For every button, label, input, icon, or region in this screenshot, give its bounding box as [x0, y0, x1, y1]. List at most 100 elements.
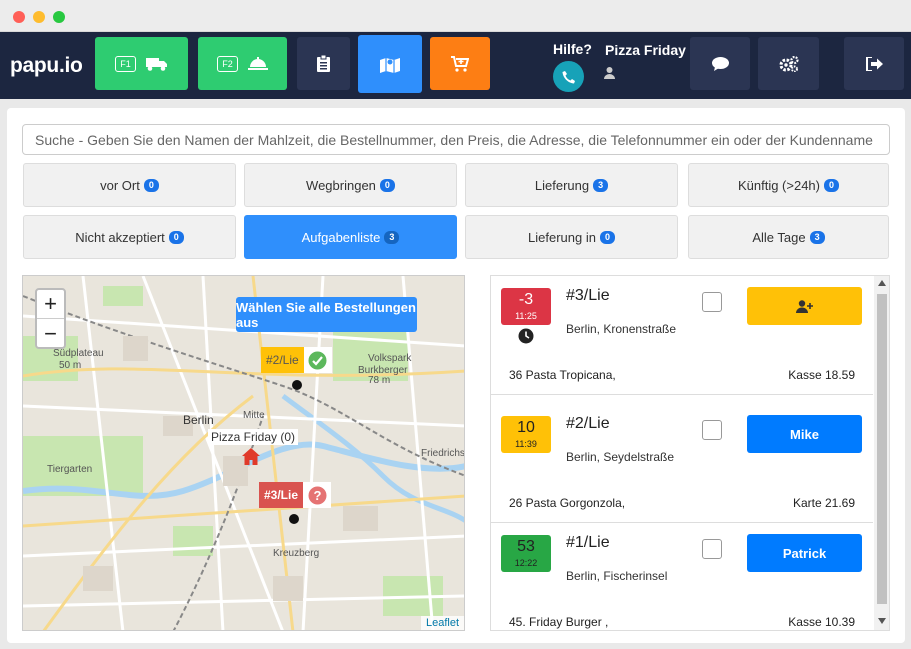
order-card[interactable]: -3 11:25 #3/Lie Berlin, Kronenstraße 36 … [491, 276, 873, 395]
marker-label: #2/Lie [261, 347, 304, 373]
delivery-f1-button[interactable]: F1 [95, 37, 188, 90]
select-all-orders-button[interactable]: Wählen Sie alle Bestellungen aus [236, 297, 417, 332]
map-label-suedplateau: Südplateau [53, 348, 104, 359]
order-number: #2/Lie [566, 415, 610, 432]
search-input[interactable] [22, 124, 890, 155]
zoom-in-button[interactable]: + [37, 290, 64, 319]
location-dot [292, 380, 302, 390]
filter-label: Aufgabenliste [301, 229, 381, 245]
filter-label: Alle Tage [752, 229, 806, 245]
due-time: 11:25 [515, 311, 537, 321]
filter-label: Lieferung [534, 177, 590, 193]
f1-key-label: F1 [115, 55, 136, 72]
order-card[interactable]: 53 12:22 #1/Lie Berlin, Fischerinsel Pat… [491, 523, 873, 630]
order-select-checkbox[interactable] [702, 292, 722, 312]
order-items: 26 Pasta Gorgonzola, [509, 496, 626, 510]
order-select-checkbox[interactable] [702, 420, 722, 440]
order-number: #1/Lie [566, 534, 610, 551]
svg-text:?: ? [313, 488, 321, 503]
scrollbar-thumb[interactable] [877, 294, 887, 604]
map-label-kreuzberg: Kreuzberg [273, 548, 319, 559]
filter-takeaway[interactable]: Wegbringen 0 [244, 163, 457, 207]
assigned-driver-button[interactable]: Mike [747, 415, 862, 453]
filter-not-accepted[interactable]: Nicht akzeptiert 0 [23, 215, 236, 259]
filter-delivery[interactable]: Lieferung 3 [465, 163, 678, 207]
minutes-left: 53 [517, 538, 535, 555]
count-badge: 0 [379, 178, 395, 192]
filter-task-list[interactable]: Aufgabenliste 3 [244, 215, 457, 259]
truck-icon [145, 57, 167, 71]
order-payment: Karte 21.69 [792, 496, 855, 510]
assign-driver-button[interactable] [747, 287, 862, 325]
assigned-driver-button[interactable]: Patrick [747, 534, 862, 572]
order-list-scrollbar[interactable] [874, 276, 889, 630]
count-badge: 3 [809, 230, 825, 244]
restaurant-name: Pizza Friday [605, 42, 686, 58]
map-icon [380, 57, 400, 73]
messages-button[interactable] [690, 37, 750, 90]
map-label-elevation: 50 m [59, 360, 81, 371]
order-address: Berlin, Kronenstraße [566, 322, 677, 336]
map-label-berlin: Berlin [183, 413, 214, 427]
logout-button[interactable] [844, 37, 904, 90]
order-marker-3[interactable]: #3/Lie ? [259, 482, 332, 508]
order-number: #3/Lie [566, 287, 610, 304]
zoom-control: + − [35, 288, 66, 349]
minimize-window-button[interactable] [33, 11, 45, 23]
time-remaining-badge: 53 12:22 [501, 535, 551, 572]
map-label-friedrichshain: Friedrichsh [421, 448, 465, 459]
due-time: 11:39 [515, 439, 537, 449]
marker-label: #3/Lie [259, 482, 304, 508]
filter-label: vor Ort [100, 177, 140, 193]
time-remaining-badge: -3 11:25 [501, 288, 551, 325]
scroll-up-arrow-icon[interactable] [878, 280, 886, 286]
count-badge: 0 [599, 230, 615, 244]
user-plus-icon [796, 299, 813, 313]
filter-label: Künftig (>24h) [737, 177, 820, 193]
logout-icon [865, 56, 883, 71]
map-label-mitte: Mitte [243, 410, 265, 421]
map-label-tiergarten: Tiergarten [47, 464, 92, 475]
order-list: -3 11:25 #3/Lie Berlin, Kronenstraße 36 … [490, 275, 890, 631]
delivery-map[interactable]: Südplateau 50 m Mitte Berlin Tiergarten … [22, 275, 465, 631]
clipboard-button[interactable] [297, 37, 350, 90]
check-circle-icon [303, 347, 332, 373]
filter-future[interactable]: Künftig (>24h) 0 [688, 163, 889, 207]
close-window-button[interactable] [13, 11, 25, 23]
filter-delivery-in[interactable]: Lieferung in 0 [465, 215, 678, 259]
app-logo: papu.io [10, 54, 83, 77]
map-button[interactable] [358, 35, 422, 93]
dish-icon [247, 56, 268, 70]
cart-button[interactable] [430, 37, 490, 90]
cart-icon [451, 55, 469, 72]
map-attribution-link[interactable]: Leaflet [420, 616, 464, 630]
settings-button[interactable] [758, 37, 819, 90]
zoom-out-button[interactable]: − [37, 319, 64, 348]
phone-button[interactable] [553, 61, 584, 92]
phone-icon [562, 70, 575, 83]
location-dot [289, 514, 299, 524]
count-badge: 3 [593, 178, 609, 192]
filter-label: Lieferung in [528, 229, 596, 245]
filter-all-days[interactable]: Alle Tage 3 [688, 215, 889, 259]
order-marker-2[interactable]: #2/Lie [261, 347, 332, 373]
gears-icon [779, 55, 799, 72]
order-items: 45. Friday Burger , [509, 615, 609, 629]
filter-label: Nicht akzeptiert [75, 229, 165, 245]
filter-onsite[interactable]: vor Ort 0 [23, 163, 236, 207]
maximize-window-button[interactable] [53, 11, 65, 23]
order-items: 36 Pasta Tropicana, [509, 368, 616, 382]
order-select-checkbox[interactable] [702, 539, 722, 559]
order-address: Berlin, Fischerinsel [566, 569, 668, 583]
time-remaining-badge: 10 11:39 [501, 416, 551, 453]
question-circle-icon: ? [303, 482, 332, 508]
order-address: Berlin, Seydelstraße [566, 450, 675, 464]
map-label-volkspark: Volkspark [368, 353, 412, 364]
restaurant-map-label: Pizza Friday (0) [208, 429, 299, 445]
count-badge: 0 [143, 178, 159, 192]
home-icon[interactable] [242, 448, 260, 465]
count-badge: 0 [168, 230, 184, 244]
order-card[interactable]: 10 11:39 #2/Lie Berlin, Seydelstraße Mik… [491, 404, 873, 523]
scroll-down-arrow-icon[interactable] [878, 618, 886, 624]
takeaway-f2-button[interactable]: F2 [198, 37, 287, 90]
